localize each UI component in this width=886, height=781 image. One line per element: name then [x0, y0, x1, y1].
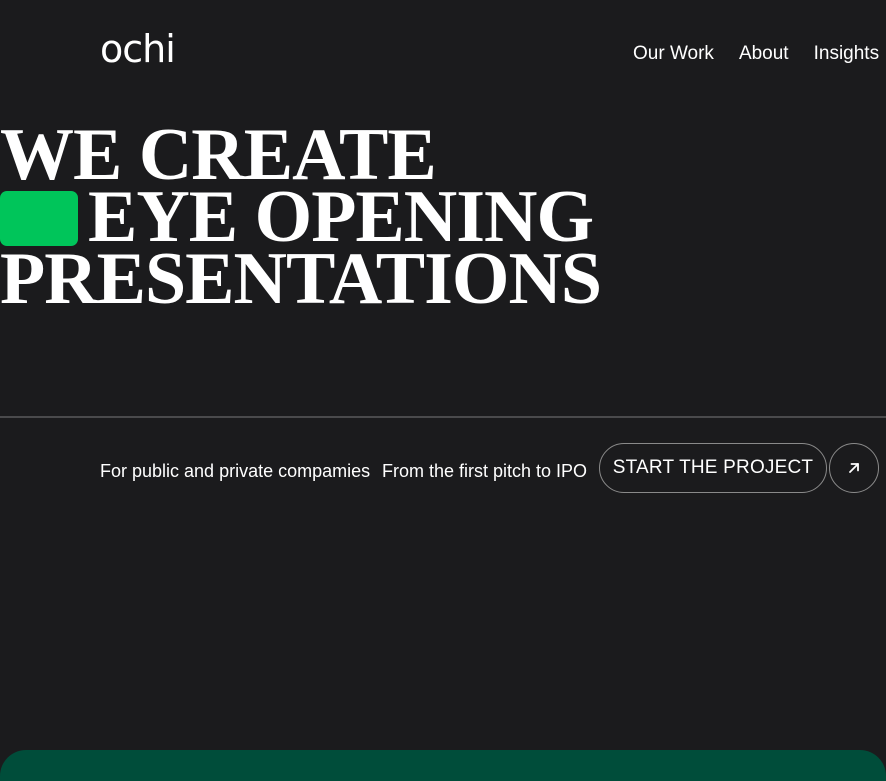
arrow-up-right-icon	[849, 463, 859, 473]
start-project-arrow-button[interactable]	[829, 443, 879, 493]
nav-about-link[interactable]: About	[739, 43, 789, 65]
tagline-first-pitch: From the first pitch to IPO	[382, 461, 588, 481]
bottom-green-panel	[0, 750, 886, 781]
section-divider	[0, 416, 886, 418]
main-nav: Our Work About Insights	[633, 43, 879, 65]
nav-insights-link[interactable]: Insights	[814, 43, 879, 65]
start-project-button[interactable]: START THE PROJECT	[599, 443, 827, 493]
page: ochi Our Work About Insights WE CREATE E…	[0, 0, 886, 781]
hero-headline: WE CREATE EYE OPENING PRESENTATIONS	[0, 118, 602, 320]
hero-line-3: PRESENTATIONS	[0, 238, 602, 320]
ochi-logo[interactable]: ochi	[100, 30, 176, 68]
nav-our-work-link[interactable]: Our Work	[633, 43, 714, 65]
tagline-public-private: For public and private compamies	[100, 461, 371, 481]
